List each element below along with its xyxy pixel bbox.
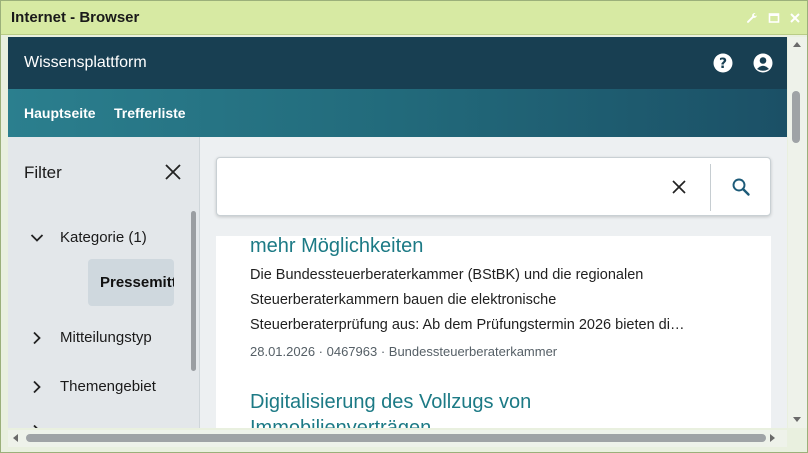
search-results-area: mehr Möglichkeiten Die Bundessteuerberat… <box>200 137 787 428</box>
result-title[interactable]: mehr Möglichkeiten <box>250 236 423 258</box>
page-viewport: Wissensplattform ? Hauptseite Trefferlis… <box>8 37 787 428</box>
page-horizontal-scrollbar[interactable] <box>8 430 787 447</box>
result-title[interactable]: Digitalisierung des Vollzugs von <box>250 391 531 414</box>
vertical-scroll-thumb[interactable] <box>792 91 800 143</box>
browser-window: Internet - Browser Wissensplattform ? Ha… <box>0 0 808 453</box>
window-titlebar[interactable]: Internet - Browser <box>1 1 807 35</box>
clear-search-icon[interactable] <box>671 179 687 195</box>
search-input[interactable] <box>227 172 657 202</box>
chevron-right-icon <box>33 331 41 345</box>
filter-title: Filter <box>24 163 62 182</box>
facet-label: Mitteilungstyp <box>60 329 152 346</box>
result-snippet-line: Steuerberaterkammern bauen die elektroni… <box>250 292 557 308</box>
filter-chip-pressemitteilung[interactable]: Pressemitte <box>88 259 174 306</box>
sidebar-scrollbar[interactable] <box>191 211 196 371</box>
result-snippet-line: Steuerberaterprüfung aus: Ab dem Prüfung… <box>250 317 685 333</box>
horizontal-scroll-thumb[interactable] <box>26 434 766 442</box>
page-vertical-scrollbar[interactable] <box>788 37 807 428</box>
maximize-icon[interactable] <box>768 12 780 24</box>
facet-label: Kategorie (1) <box>60 229 147 246</box>
search-box <box>216 157 771 216</box>
result-list: mehr Möglichkeiten Die Bundessteuerberat… <box>216 236 771 428</box>
filter-sidebar: Filter Kategorie (1) Pressemitte Mitteil… <box>8 137 200 428</box>
user-account-icon[interactable] <box>753 53 773 73</box>
scroll-right-arrow-icon[interactable] <box>770 434 775 442</box>
wrench-icon[interactable] <box>746 12 758 24</box>
result-meta: 28.01.2026 · 0467963 · Bundessteuerberat… <box>250 344 558 359</box>
facet-label: Themengebiet <box>60 378 156 395</box>
chevron-down-icon <box>30 234 44 242</box>
search-divider <box>710 164 711 211</box>
nav-link-hauptseite[interactable]: Hauptseite <box>24 105 96 121</box>
scroll-left-arrow-icon[interactable] <box>13 434 18 442</box>
app-title[interactable]: Wissensplattform <box>24 54 147 72</box>
search-icon[interactable] <box>731 177 751 197</box>
svg-text:?: ? <box>719 56 727 72</box>
help-icon[interactable]: ? <box>713 53 733 73</box>
app-header: Wissensplattform ? <box>8 37 787 89</box>
window-title: Internet - Browser <box>11 9 140 26</box>
result-snippet-line: Die Bundessteuerberaterkammer (BStBK) un… <box>250 267 644 283</box>
result-title[interactable]: Immobilienverträgen <box>250 417 431 428</box>
chip-label: Pressemitte <box>100 274 174 291</box>
close-filter-icon[interactable] <box>164 163 182 181</box>
chevron-right-icon <box>33 424 38 428</box>
chevron-right-icon <box>33 380 41 394</box>
main-nav: Hauptseite Trefferliste <box>8 89 787 137</box>
scroll-up-arrow-icon[interactable] <box>793 42 801 47</box>
close-icon[interactable] <box>789 12 801 24</box>
nav-link-trefferliste[interactable]: Trefferliste <box>114 105 186 121</box>
scroll-down-arrow-icon[interactable] <box>793 417 801 422</box>
